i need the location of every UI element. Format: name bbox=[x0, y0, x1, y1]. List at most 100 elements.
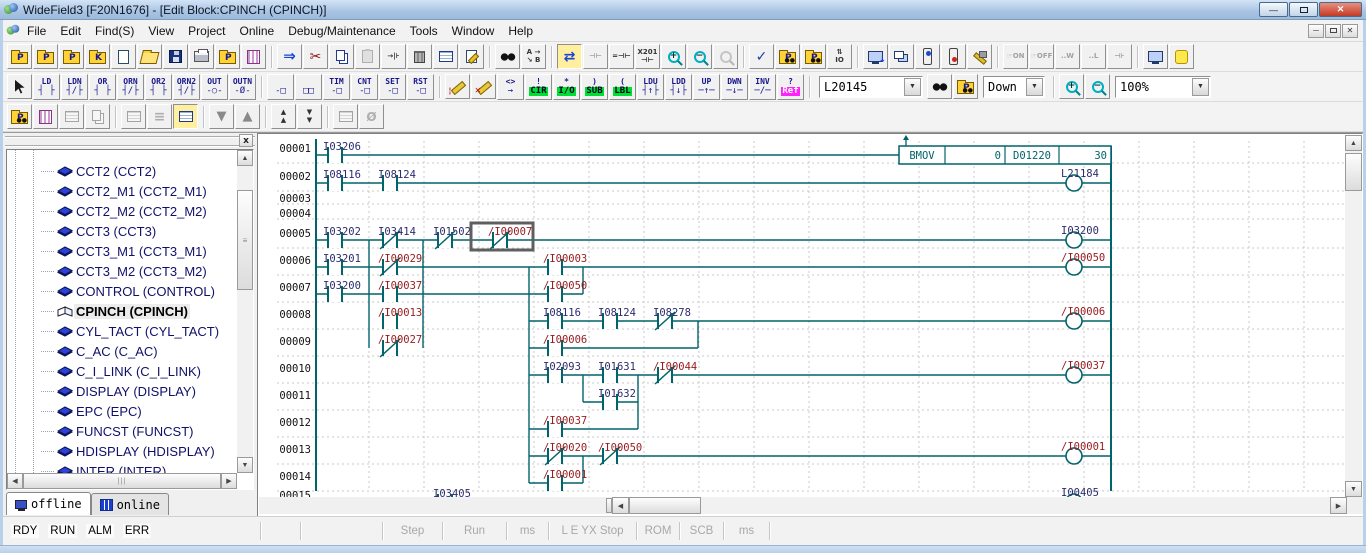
tree-item-cpinch[interactable]: CPINCH (CPINCH) bbox=[41, 302, 190, 321]
project-settings-button[interactable]: P bbox=[215, 44, 240, 69]
move-down-button[interactable]: ▼ bbox=[209, 104, 234, 129]
rung-number[interactable]: 00007 bbox=[279, 282, 311, 294]
rung-number[interactable]: 00008 bbox=[279, 309, 311, 321]
block-list-button[interactable] bbox=[433, 44, 458, 69]
help-button[interactable] bbox=[1169, 44, 1194, 69]
force-on-button[interactable]: ☞ON bbox=[1003, 44, 1028, 69]
wire-pen-button[interactable]: ¦ bbox=[445, 74, 470, 99]
rung-number[interactable]: 00012 bbox=[279, 417, 311, 429]
combo-device[interactable]: L20145▼ bbox=[819, 76, 923, 98]
menu-item-help[interactable]: Help bbox=[501, 21, 540, 41]
menu-item-view[interactable]: View bbox=[141, 21, 181, 41]
open-project-button[interactable]: P bbox=[33, 44, 58, 69]
menu-item-online[interactable]: Online bbox=[233, 21, 282, 41]
contact-label[interactable]: I03202 bbox=[323, 226, 361, 238]
io-inst-button[interactable]: *I/O bbox=[553, 74, 580, 100]
fit-window-button[interactable] bbox=[333, 104, 358, 129]
tree-item-display[interactable]: DISPLAY (DISPLAY) bbox=[41, 382, 198, 401]
project-window-button[interactable]: P●● bbox=[7, 104, 32, 129]
online-edit-w-button[interactable]: ..W bbox=[1055, 44, 1080, 69]
scroll-right-icon[interactable]: ▶ bbox=[221, 473, 237, 489]
cut-button[interactable]: ✂ bbox=[303, 44, 328, 69]
tree-vertical-scrollbar[interactable]: ▲ ≡ ▼ bbox=[237, 150, 253, 473]
inv-button[interactable]: INV─/─ bbox=[749, 74, 776, 100]
combo-direction[interactable]: Down▼ bbox=[983, 76, 1045, 98]
tree-item-cct3_m2[interactable]: CCT3_M2 (CCT3_M2) bbox=[41, 262, 209, 281]
rung-number[interactable]: 00014 bbox=[279, 471, 311, 483]
new-file-button[interactable] bbox=[111, 44, 136, 69]
contact-label[interactable]: I02093 bbox=[543, 361, 581, 373]
menu-item-project[interactable]: Project bbox=[181, 21, 232, 41]
find-device-button[interactable] bbox=[927, 74, 952, 99]
instruction-multi-button[interactable]: □□ bbox=[295, 74, 322, 100]
find-device-project-button[interactable]: P●● bbox=[953, 74, 978, 99]
contact-label[interactable]: /I00027 bbox=[378, 334, 422, 346]
mdi-minimize-button[interactable]: ─ bbox=[1308, 24, 1324, 38]
replace-in-project-button[interactable]: P●● bbox=[801, 44, 826, 69]
ldn-button[interactable]: LDN┤/├ bbox=[61, 74, 88, 100]
rung-number[interactable]: 00005 bbox=[279, 228, 311, 240]
force-off-button[interactable]: ☞OFF bbox=[1029, 44, 1054, 69]
contact-mode-button[interactable]: ⊣⊢ bbox=[583, 44, 608, 69]
rst-button[interactable]: RST-□ bbox=[407, 74, 434, 100]
view-table-button[interactable] bbox=[173, 104, 198, 129]
ldu-button[interactable]: LDU┤↑├ bbox=[637, 74, 664, 100]
duplicate-block-button[interactable] bbox=[85, 104, 110, 129]
outn-button[interactable]: OUTN-Ø- bbox=[229, 74, 256, 100]
scroll-up-icon[interactable]: ▲ bbox=[1345, 135, 1362, 151]
tree-item-c_i_link[interactable]: C_I_LINK (C_I_LINK) bbox=[41, 362, 203, 381]
contact-label[interactable]: I01632 bbox=[598, 388, 636, 400]
jump-to-button[interactable]: ⇒ bbox=[277, 44, 302, 69]
view-circuit-button[interactable] bbox=[121, 104, 146, 129]
tim-button[interactable]: TIM-□ bbox=[323, 74, 350, 100]
contact-label[interactable]: I03206 bbox=[323, 141, 361, 153]
orn-button[interactable]: ORN┤/├ bbox=[117, 74, 144, 100]
tree-item-cct2[interactable]: CCT2 (CCT2) bbox=[41, 162, 158, 181]
scroll-left-icon[interactable]: ◀ bbox=[612, 497, 629, 514]
tree-item-inter[interactable]: INTER (INTER) bbox=[41, 462, 168, 473]
pointer-mode-button[interactable]: ⇄ bbox=[557, 44, 582, 69]
coil-mode-button[interactable]: =⊣⊢ bbox=[609, 44, 634, 69]
chevron-down-icon[interactable]: ▼ bbox=[1026, 78, 1043, 96]
contact-label[interactable]: I03200 bbox=[323, 280, 361, 292]
sidebar-grip[interactable] bbox=[5, 136, 255, 147]
tree-horizontal-scrollbar[interactable]: ◀ ||| ▶ bbox=[7, 473, 237, 489]
lbl-button[interactable]: (LBL bbox=[609, 74, 636, 100]
dwn-button[interactable]: DWN─↓─ bbox=[721, 74, 748, 100]
tree-item-hdisplay[interactable]: HDISPLAY (HDISPLAY) bbox=[41, 442, 217, 461]
open-file-button[interactable] bbox=[137, 44, 162, 69]
zoom-out-button[interactable]: − bbox=[687, 44, 712, 69]
block-tree[interactable]: CCT2 (CCT2)CCT2_M1 (CCT2_M1)CCT2_M2 (CCT… bbox=[7, 150, 237, 473]
circuit-properties-button[interactable] bbox=[459, 44, 484, 69]
tree-item-cyl_tact[interactable]: CYL_TACT (CYL_TACT) bbox=[41, 322, 221, 341]
tree-item-epc[interactable]: EPC (EPC) bbox=[41, 402, 144, 421]
set-button[interactable]: SET-□ bbox=[379, 74, 406, 100]
coil-label[interactable]: I03200 bbox=[1061, 225, 1099, 237]
contact-label[interactable]: /I00029 bbox=[378, 253, 422, 265]
insert-cell-button[interactable]: →|⊦ bbox=[381, 44, 406, 69]
ld-button[interactable]: LD┤ ├ bbox=[33, 74, 60, 100]
contact-label[interactable]: I03201 bbox=[323, 253, 361, 265]
mdi-close-button[interactable]: ✕ bbox=[1342, 24, 1358, 38]
ladder-canvas[interactable]: 0000100002000030000400005000060000700008… bbox=[259, 135, 1347, 497]
contact-label[interactable]: /I00020 bbox=[543, 442, 587, 454]
bmov-operand[interactable]: 0 bbox=[995, 150, 1001, 162]
project-k-button[interactable]: K bbox=[85, 44, 110, 69]
zoom-in-2-button[interactable]: + bbox=[1059, 74, 1084, 99]
contact-label[interactable]: /I00013 bbox=[378, 307, 422, 319]
tree-item-funcst[interactable]: FUNCST (FUNCST) bbox=[41, 422, 195, 441]
rung-number[interactable]: 00006 bbox=[279, 255, 311, 267]
find-button[interactable] bbox=[495, 44, 520, 69]
scroll-left-icon[interactable]: ◀ bbox=[7, 473, 23, 489]
contact-label[interactable]: I03414 bbox=[378, 226, 416, 238]
mdi-restore-button[interactable] bbox=[1325, 24, 1341, 38]
contact-label[interactable]: I01502 bbox=[433, 226, 471, 238]
copy-button[interactable] bbox=[329, 44, 354, 69]
x201-monitor-button[interactable]: X201 ⊣⊢ bbox=[635, 44, 660, 69]
pc-communication-button[interactable] bbox=[1143, 44, 1168, 69]
move-bottom-button[interactable]: ▼ ▼ bbox=[297, 104, 322, 129]
tree-item-cct2_m2[interactable]: CCT2_M2 (CCT2_M2) bbox=[41, 202, 209, 221]
or-button[interactable]: OR┤ ├ bbox=[89, 74, 116, 100]
close-button[interactable]: ✕ bbox=[1319, 2, 1362, 17]
menu-item-debug-maintenance[interactable]: Debug/Maintenance bbox=[281, 21, 402, 41]
